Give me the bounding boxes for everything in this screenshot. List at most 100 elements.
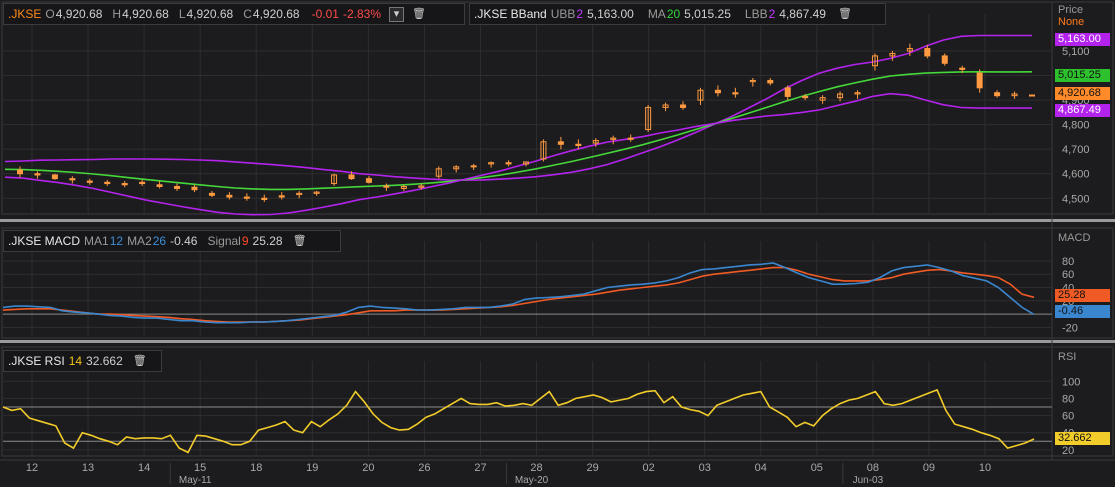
month-label: May-11	[179, 475, 212, 486]
rsi-tick-label: 100	[1062, 376, 1080, 388]
low-label: L	[178, 7, 186, 21]
lbb-param: 2	[768, 7, 776, 21]
lower-band-line	[4, 92, 1032, 216]
macd-tag: -0.46	[1055, 305, 1110, 318]
chevron-down-icon[interactable]: ▾	[389, 6, 404, 22]
price-axis-title: Price	[1058, 4, 1084, 16]
rsi-axis-title: RSI	[1058, 351, 1077, 363]
candle-body	[784, 87, 791, 97]
price-tick-label: 4,500	[1062, 193, 1090, 205]
macd-legend: .JKSE MACD MA1 12 MA2 26 -0.46 Signal 9 …	[3, 230, 341, 252]
macd-tick-label: 60	[1062, 269, 1074, 281]
x-tick-label: 28	[530, 462, 542, 474]
rsi-legend: .JKSE RSI 14 32.662 🗑	[3, 350, 162, 372]
candle-body	[104, 181, 111, 185]
candle-body	[976, 72, 983, 89]
ma1-label: MA1	[84, 234, 109, 248]
open-value: 4,920.68	[55, 7, 103, 21]
change-pct-value: -2.83%	[342, 7, 381, 21]
x-tick-label: 19	[306, 462, 318, 474]
candle-body	[767, 79, 774, 84]
ma-tag: 5,015.25	[1055, 69, 1110, 82]
candle-body	[34, 173, 41, 176]
macd-axis-title: MACD	[1058, 232, 1091, 244]
price-tick-label: 4,800	[1062, 120, 1090, 132]
high-value: 4,920.68	[122, 7, 169, 21]
candle-body	[1029, 94, 1035, 97]
trash-icon[interactable]: 🗑	[133, 354, 147, 368]
candle-body	[557, 141, 564, 145]
candle-body	[69, 178, 76, 181]
signal-tag: 25.28	[1055, 289, 1110, 302]
lbb-label: LBB	[744, 7, 768, 21]
x-tick-label: 20	[362, 462, 374, 474]
price-axis-subtitle[interactable]: None	[1058, 16, 1084, 28]
candle-body	[802, 95, 809, 99]
high-label: H	[112, 7, 122, 21]
ma-label: MA	[647, 7, 666, 21]
macd-value: -0.46	[170, 234, 198, 248]
lbb-tag: 4,867.49	[1055, 104, 1110, 117]
ma-param: 20	[666, 7, 681, 21]
candle-body	[732, 92, 739, 95]
ubb-label: UBB	[550, 7, 576, 21]
trash-icon[interactable]: 🗑	[293, 234, 307, 248]
candle-body	[121, 183, 128, 186]
candle-body	[139, 181, 146, 185]
x-tick-label: 03	[699, 462, 711, 474]
signal-param: 9	[241, 234, 249, 248]
x-tick-label: 10	[979, 462, 991, 474]
ubb-value: 5,163.00	[587, 7, 634, 21]
x-tick-label: 12	[26, 462, 38, 474]
month-label: Jun-03	[853, 475, 884, 486]
ma1-param: 12	[109, 234, 124, 248]
signal-value: 25.28	[252, 234, 283, 248]
candle-body	[17, 169, 23, 175]
close-value: 4,920.68	[252, 7, 300, 21]
candle-body	[627, 137, 634, 140]
rsi-tick-label: 20	[1062, 445, 1074, 457]
candle-body	[348, 174, 355, 180]
rsi-panel-frame	[1, 346, 1114, 457]
candle-body	[243, 196, 250, 199]
candle-body	[680, 104, 687, 108]
x-tick-label: 18	[250, 462, 262, 474]
candle-body	[714, 89, 721, 94]
macd-tick-label: -20	[1062, 322, 1078, 334]
candle-body	[575, 143, 582, 146]
bband-ticker-label[interactable]: .JKSE BBand	[474, 7, 547, 21]
candle-body	[191, 186, 198, 191]
candle-body	[51, 174, 58, 180]
trash-icon[interactable]: 🗑	[412, 7, 426, 21]
candle-body	[86, 180, 93, 183]
candle-body	[156, 184, 163, 187]
ma2-param: 26	[152, 234, 167, 248]
candle-body	[174, 185, 181, 189]
x-tick-label: 08	[867, 462, 879, 474]
macd-ticker-label[interactable]: .JKSE MACD	[8, 234, 80, 248]
x-tick-label: 26	[418, 462, 430, 474]
macd-tick-label: 80	[1062, 256, 1074, 268]
close-label: C	[243, 7, 252, 21]
x-tick-label: 29	[586, 462, 598, 474]
rsi-value: 32.662	[86, 354, 123, 368]
x-tick-label: 09	[923, 462, 935, 474]
panel-splitter	[0, 340, 1115, 343]
bband-legend: .JKSE BBand UBB 2 5,163.00 MA 20 5,015.2…	[469, 3, 886, 25]
change-value: -0.01	[311, 7, 339, 21]
x-tick-label: 13	[82, 462, 94, 474]
candle-body	[383, 185, 390, 188]
x-tick-label: 14	[138, 462, 150, 474]
panel-splitter	[0, 219, 1115, 222]
x-tick-label: 27	[474, 462, 486, 474]
rsi-tick-label: 80	[1062, 393, 1074, 405]
rsi-tick-label: 60	[1062, 411, 1074, 423]
price-legend: .JKSE O 4,920.68 H 4,920.68 L 4,920.68 C 4,9…	[3, 3, 465, 25]
candle-body	[941, 55, 948, 64]
trash-icon[interactable]: 🗑	[838, 7, 852, 21]
signal-label: Signal	[207, 234, 241, 248]
candle-body	[924, 48, 931, 57]
rsi-ticker-label[interactable]: .JKSE RSI	[8, 354, 65, 368]
symbol-label[interactable]: .JKSE	[8, 7, 41, 21]
x-tick-label: 04	[755, 462, 767, 474]
